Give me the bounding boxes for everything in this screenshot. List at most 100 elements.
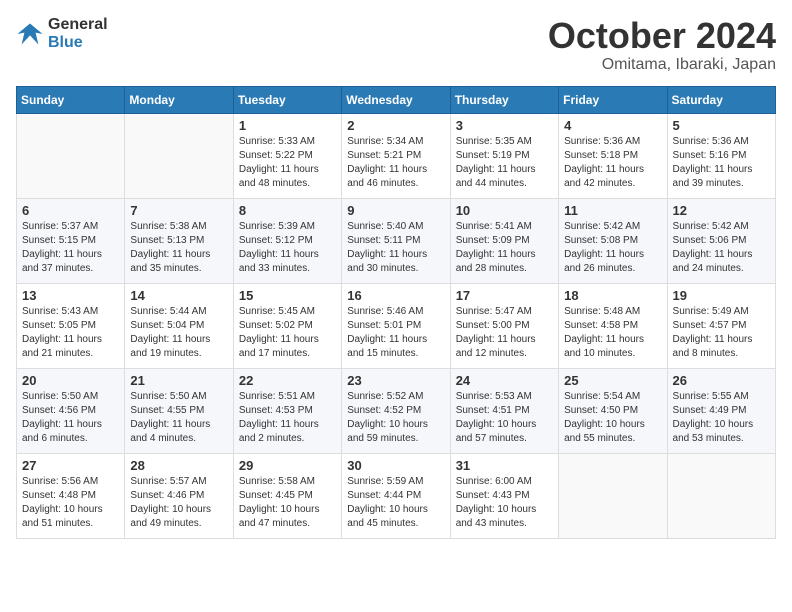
weekday-header-saturday: Saturday xyxy=(667,86,775,113)
calendar-header-row: SundayMondayTuesdayWednesdayThursdayFrid… xyxy=(17,86,776,113)
logo-icon xyxy=(16,20,44,48)
day-number: 27 xyxy=(22,458,119,473)
calendar-cell xyxy=(559,453,667,538)
day-info: Sunrise: 6:00 AMSunset: 4:43 PMDaylight:… xyxy=(456,475,553,531)
day-info: Sunrise: 5:58 AMSunset: 4:45 PMDaylight:… xyxy=(239,475,336,531)
location-title: Omitama, Ibaraki, Japan xyxy=(548,56,776,74)
calendar-cell: 31 Sunrise: 6:00 AMSunset: 4:43 PMDayligh… xyxy=(450,453,558,538)
day-number: 8 xyxy=(239,203,336,218)
calendar-cell xyxy=(667,453,775,538)
day-info: Sunrise: 5:35 AMSunset: 5:19 PMDaylight:… xyxy=(456,135,553,191)
calendar-cell: 17 Sunrise: 5:47 AMSunset: 5:00 PMDayligh… xyxy=(450,283,558,368)
day-number: 17 xyxy=(456,288,553,303)
day-number: 14 xyxy=(130,288,227,303)
day-info: Sunrise: 5:40 AMSunset: 5:11 PMDaylight:… xyxy=(347,220,444,276)
day-number: 4 xyxy=(564,118,661,133)
weekday-header-thursday: Thursday xyxy=(450,86,558,113)
calendar-week-3: 13 Sunrise: 5:43 AMSunset: 5:05 PMDayligh… xyxy=(17,283,776,368)
day-info: Sunrise: 5:33 AMSunset: 5:22 PMDaylight:… xyxy=(239,135,336,191)
day-number: 13 xyxy=(22,288,119,303)
calendar-cell: 20 Sunrise: 5:50 AMSunset: 4:56 PMDayligh… xyxy=(17,368,125,453)
day-number: 6 xyxy=(22,203,119,218)
calendar-week-1: 1Sunrise: 5:33 AMSunset: 5:22 PMDaylight… xyxy=(17,113,776,198)
day-info: Sunrise: 5:42 AMSunset: 5:06 PMDaylight:… xyxy=(673,220,770,276)
day-info: Sunrise: 5:41 AMSunset: 5:09 PMDaylight:… xyxy=(456,220,553,276)
calendar-cell: 26 Sunrise: 5:55 AMSunset: 4:49 PMDayligh… xyxy=(667,368,775,453)
weekday-header-friday: Friday xyxy=(559,86,667,113)
calendar-cell: 5 Sunrise: 5:36 AMSunset: 5:16 PMDaylight… xyxy=(667,113,775,198)
day-info: Sunrise: 5:44 AMSunset: 5:04 PMDaylight:… xyxy=(130,305,227,361)
day-info: Sunrise: 5:48 AMSunset: 4:58 PMDaylight:… xyxy=(564,305,661,361)
day-number: 12 xyxy=(673,203,770,218)
calendar-cell: 9 Sunrise: 5:40 AMSunset: 5:11 PMDaylight… xyxy=(342,198,450,283)
weekday-header-wednesday: Wednesday xyxy=(342,86,450,113)
calendar-cell: 8 Sunrise: 5:39 AMSunset: 5:12 PMDaylight… xyxy=(233,198,341,283)
day-number: 29 xyxy=(239,458,336,473)
calendar-cell: 16 Sunrise: 5:46 AMSunset: 5:01 PMDayligh… xyxy=(342,283,450,368)
day-info: Sunrise: 5:36 AMSunset: 5:18 PMDaylight:… xyxy=(564,135,661,191)
month-title: October 2024 xyxy=(548,16,776,56)
calendar-cell xyxy=(17,113,125,198)
day-info: Sunrise: 5:49 AMSunset: 4:57 PMDaylight:… xyxy=(673,305,770,361)
calendar-week-2: 6 Sunrise: 5:37 AMSunset: 5:15 PMDaylight… xyxy=(17,198,776,283)
calendar-cell: 27 Sunrise: 5:56 AMSunset: 4:48 PMDayligh… xyxy=(17,453,125,538)
calendar-cell: 29 Sunrise: 5:58 AMSunset: 4:45 PMDayligh… xyxy=(233,453,341,538)
calendar-cell: 4 Sunrise: 5:36 AMSunset: 5:18 PMDaylight… xyxy=(559,113,667,198)
day-info: Sunrise: 5:51 AMSunset: 4:53 PMDaylight:… xyxy=(239,390,336,446)
day-number: 25 xyxy=(564,373,661,388)
day-info: Sunrise: 5:36 AMSunset: 5:16 PMDaylight:… xyxy=(673,135,770,191)
day-number: 20 xyxy=(22,373,119,388)
calendar-cell: 19Sunrise: 5:49 AMSunset: 4:57 PMDayligh… xyxy=(667,283,775,368)
day-number: 2 xyxy=(347,118,444,133)
calendar-cell: 30Sunrise: 5:59 AMSunset: 4:44 PMDayligh… xyxy=(342,453,450,538)
weekday-header-sunday: Sunday xyxy=(17,86,125,113)
calendar-cell: 1Sunrise: 5:33 AMSunset: 5:22 PMDaylight… xyxy=(233,113,341,198)
day-info: Sunrise: 5:47 AMSunset: 5:00 PMDaylight:… xyxy=(456,305,553,361)
calendar-table: SundayMondayTuesdayWednesdayThursdayFrid… xyxy=(16,86,776,539)
day-info: Sunrise: 5:45 AMSunset: 5:02 PMDaylight:… xyxy=(239,305,336,361)
calendar-cell: 14 Sunrise: 5:44 AMSunset: 5:04 PMDayligh… xyxy=(125,283,233,368)
calendar-cell: 11Sunrise: 5:42 AMSunset: 5:08 PMDayligh… xyxy=(559,198,667,283)
page-header: General Blue October 2024 Omitama, Ibara… xyxy=(16,16,776,74)
day-number: 9 xyxy=(347,203,444,218)
day-number: 28 xyxy=(130,458,227,473)
calendar-cell: 12 Sunrise: 5:42 AMSunset: 5:06 PMDayligh… xyxy=(667,198,775,283)
day-info: Sunrise: 5:54 AMSunset: 4:50 PMDaylight:… xyxy=(564,390,661,446)
calendar-cell: 13 Sunrise: 5:43 AMSunset: 5:05 PMDayligh… xyxy=(17,283,125,368)
day-info: Sunrise: 5:50 AMSunset: 4:55 PMDaylight:… xyxy=(130,390,227,446)
day-number: 10 xyxy=(456,203,553,218)
calendar-cell: 21 Sunrise: 5:50 AMSunset: 4:55 PMDayligh… xyxy=(125,368,233,453)
day-info: Sunrise: 5:56 AMSunset: 4:48 PMDaylight:… xyxy=(22,475,119,531)
calendar-cell: 7Sunrise: 5:38 AMSunset: 5:13 PMDaylight… xyxy=(125,198,233,283)
day-number: 3 xyxy=(456,118,553,133)
day-info: Sunrise: 5:42 AMSunset: 5:08 PMDaylight:… xyxy=(564,220,661,276)
calendar-cell: 3 Sunrise: 5:35 AMSunset: 5:19 PMDaylight… xyxy=(450,113,558,198)
calendar-week-5: 27 Sunrise: 5:56 AMSunset: 4:48 PMDayligh… xyxy=(17,453,776,538)
day-info: Sunrise: 5:52 AMSunset: 4:52 PMDaylight:… xyxy=(347,390,444,446)
day-number: 23 xyxy=(347,373,444,388)
calendar-cell: 25 Sunrise: 5:54 AMSunset: 4:50 PMDayligh… xyxy=(559,368,667,453)
calendar-cell: 10 Sunrise: 5:41 AMSunset: 5:09 PMDayligh… xyxy=(450,198,558,283)
calendar-cell: 22 Sunrise: 5:51 AMSunset: 4:53 PMDayligh… xyxy=(233,368,341,453)
day-number: 22 xyxy=(239,373,336,388)
day-info: Sunrise: 5:46 AMSunset: 5:01 PMDaylight:… xyxy=(347,305,444,361)
day-info: Sunrise: 5:55 AMSunset: 4:49 PMDaylight:… xyxy=(673,390,770,446)
calendar-cell xyxy=(125,113,233,198)
day-info: Sunrise: 5:34 AMSunset: 5:21 PMDaylight:… xyxy=(347,135,444,191)
day-number: 16 xyxy=(347,288,444,303)
day-info: Sunrise: 5:43 AMSunset: 5:05 PMDaylight:… xyxy=(22,305,119,361)
day-info: Sunrise: 5:37 AMSunset: 5:15 PMDaylight:… xyxy=(22,220,119,276)
title-block: October 2024 Omitama, Ibaraki, Japan xyxy=(548,16,776,74)
day-number: 5 xyxy=(673,118,770,133)
calendar-cell: 2 Sunrise: 5:34 AMSunset: 5:21 PMDaylight… xyxy=(342,113,450,198)
day-info: Sunrise: 5:50 AMSunset: 4:56 PMDaylight:… xyxy=(22,390,119,446)
calendar-cell: 15Sunrise: 5:45 AMSunset: 5:02 PMDayligh… xyxy=(233,283,341,368)
weekday-header-tuesday: Tuesday xyxy=(233,86,341,113)
day-number: 26 xyxy=(673,373,770,388)
calendar-cell: 18 Sunrise: 5:48 AMSunset: 4:58 PMDayligh… xyxy=(559,283,667,368)
calendar-cell: 28Sunrise: 5:57 AMSunset: 4:46 PMDayligh… xyxy=(125,453,233,538)
day-number: 31 xyxy=(456,458,553,473)
day-info: Sunrise: 5:39 AMSunset: 5:12 PMDaylight:… xyxy=(239,220,336,276)
day-number: 21 xyxy=(130,373,227,388)
day-number: 18 xyxy=(564,288,661,303)
